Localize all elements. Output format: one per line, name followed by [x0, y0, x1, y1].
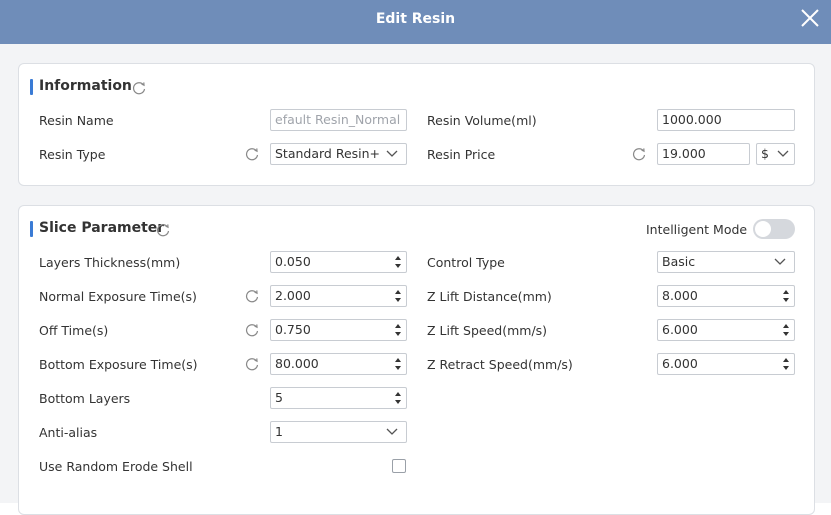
resin-price-label: Resin Price	[427, 147, 496, 162]
spinner-arrows-icon[interactable]	[782, 288, 790, 304]
bottom-exposure-value: 80.000	[275, 356, 319, 371]
control-type-label: Control Type	[427, 255, 505, 270]
random-erode-checkbox[interactable]	[392, 459, 406, 473]
off-time-input[interactable]: 0.750	[270, 319, 407, 341]
bottom-exposure-label: Bottom Exposure Time(s)	[39, 357, 198, 372]
z-retract-speed-label: Z Retract Speed(mm/s)	[427, 357, 573, 372]
normal-exposure-input[interactable]: 2.000	[270, 285, 407, 307]
spinner-arrows-icon[interactable]	[394, 288, 402, 304]
resin-type-label: Resin Type	[39, 147, 106, 162]
z-lift-speed-value: 6.000	[662, 322, 698, 337]
information-panel: Information Resin Name efault Resin_Norm…	[18, 63, 815, 186]
resin-volume-label: Resin Volume(ml)	[427, 113, 537, 128]
bottom-layers-label: Bottom Layers	[39, 391, 131, 406]
toggle-knob	[755, 221, 771, 237]
resin-price-field[interactable]: 19.000	[657, 143, 750, 165]
bottom-layers-input[interactable]: 5	[270, 387, 407, 409]
resin-name-field[interactable]: efault Resin_Normal	[270, 109, 407, 131]
anti-alias-select[interactable]: 1	[270, 421, 407, 443]
control-type-value: Basic	[662, 254, 696, 269]
reset-icon[interactable]	[631, 146, 647, 162]
dialog-titlebar: Edit Resin	[0, 0, 831, 44]
spinner-arrows-icon[interactable]	[394, 322, 402, 338]
section-accent-bar	[30, 221, 33, 237]
spinner-arrows-icon[interactable]	[782, 322, 790, 338]
slice-parameter-title: Slice Parameter	[39, 220, 165, 236]
layers-thickness-value: 0.050	[275, 254, 311, 269]
normal-exposure-label: Normal Exposure Time(s)	[39, 289, 197, 304]
off-time-label: Off Time(s)	[39, 323, 109, 338]
chevron-down-icon	[386, 150, 398, 157]
reset-icon[interactable]	[131, 80, 147, 96]
slice-parameter-panel: Slice Parameter Intelligent Mode Layers …	[18, 205, 815, 515]
resin-type-select[interactable]: Standard Resin+	[270, 143, 407, 165]
currency-value: $	[761, 146, 769, 161]
reset-icon[interactable]	[244, 356, 260, 372]
off-time-value: 0.750	[275, 322, 311, 337]
normal-exposure-value: 2.000	[275, 288, 311, 303]
reset-icon[interactable]	[244, 322, 260, 338]
chevron-down-icon	[774, 258, 786, 265]
currency-select[interactable]: $	[756, 143, 795, 165]
z-lift-speed-input[interactable]: 6.000	[657, 319, 795, 341]
spinner-arrows-icon[interactable]	[394, 390, 402, 406]
reset-icon[interactable]	[244, 288, 260, 304]
resin-volume-field[interactable]: 1000.000	[657, 109, 795, 131]
spinner-arrows-icon[interactable]	[394, 356, 402, 372]
reset-icon[interactable]	[244, 146, 260, 162]
close-icon[interactable]	[798, 6, 822, 30]
intelligent-mode-label: Intelligent Mode	[646, 222, 748, 237]
chevron-down-icon	[386, 428, 398, 435]
spinner-arrows-icon[interactable]	[394, 254, 402, 270]
anti-alias-label: Anti-alias	[39, 425, 98, 440]
z-lift-distance-input[interactable]: 8.000	[657, 285, 795, 307]
section-accent-bar	[30, 79, 33, 95]
z-retract-speed-value: 6.000	[662, 356, 698, 371]
z-lift-speed-label: Z Lift Speed(mm/s)	[427, 323, 548, 338]
dialog-body: Information Resin Name efault Resin_Norm…	[0, 44, 831, 515]
bottom-layers-value: 5	[275, 390, 283, 405]
anti-alias-value: 1	[275, 424, 283, 439]
layers-thickness-input[interactable]: 0.050	[270, 251, 407, 273]
information-title: Information	[39, 78, 132, 94]
bottom-exposure-input[interactable]: 80.000	[270, 353, 407, 375]
z-lift-distance-label: Z Lift Distance(mm)	[427, 289, 552, 304]
resin-type-value: Standard Resin+	[275, 146, 381, 161]
reset-icon[interactable]	[155, 222, 171, 238]
dialog-title: Edit Resin	[375, 11, 456, 27]
z-lift-distance-value: 8.000	[662, 288, 698, 303]
chevron-down-icon	[777, 150, 789, 157]
random-erode-label: Use Random Erode Shell	[39, 459, 193, 474]
z-retract-speed-input[interactable]: 6.000	[657, 353, 795, 375]
control-type-select[interactable]: Basic	[657, 251, 795, 273]
intelligent-mode-toggle[interactable]	[753, 219, 795, 239]
spinner-arrows-icon[interactable]	[782, 356, 790, 372]
layers-thickness-label: Layers Thickness(mm)	[39, 255, 181, 270]
resin-name-label: Resin Name	[39, 113, 114, 128]
